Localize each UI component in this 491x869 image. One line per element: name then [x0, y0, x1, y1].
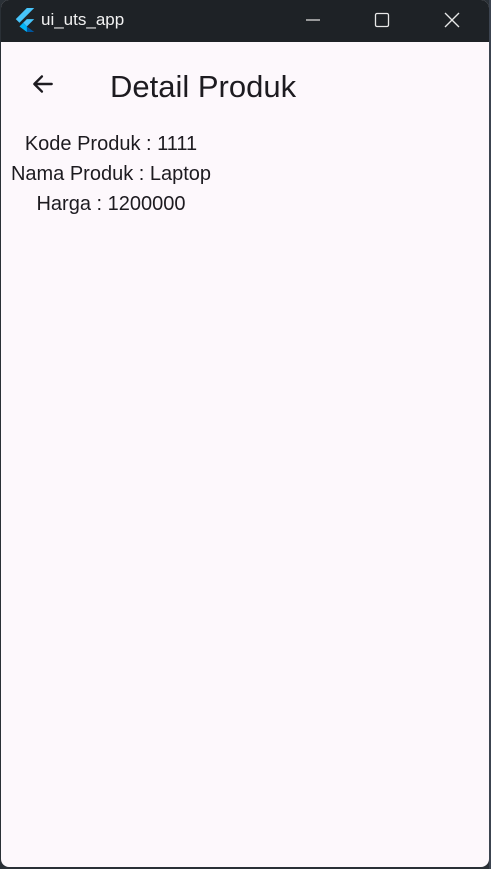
maximize-icon — [374, 12, 390, 28]
product-code: Kode Produk : 1111 — [24, 133, 198, 155]
title-bar[interactable]: ui_uts_app — [1, 0, 489, 42]
app-window: ui_uts_app Detail Produk Kode Produk: 1… — [1, 0, 489, 867]
app-bar: Detail Produk — [1, 42, 489, 130]
close-icon — [444, 12, 460, 28]
page-title: Detail Produk — [110, 69, 297, 104]
minimize-icon — [306, 19, 320, 21]
arrow-back-icon — [33, 75, 53, 93]
flutter-logo-icon — [15, 8, 35, 32]
product-name: Nama Produk : Laptop — [10, 163, 212, 185]
back-button[interactable] — [21, 62, 65, 106]
product-details: Kode Produk : 1111 Nama Produk : Laptop … — [1, 129, 221, 219]
product-price: Harga : 1200000 — [36, 193, 186, 215]
close-button[interactable] — [429, 0, 475, 40]
maximize-button[interactable] — [359, 0, 405, 40]
minimize-button[interactable] — [290, 0, 336, 40]
window-title: ui_uts_app — [41, 10, 125, 29]
